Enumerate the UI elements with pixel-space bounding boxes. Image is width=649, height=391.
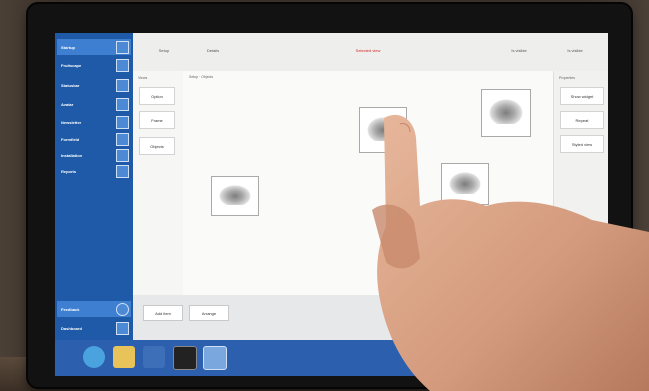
terminal-icon[interactable] — [173, 346, 197, 370]
design-canvas[interactable]: Setup · Objects — [183, 71, 553, 295]
canvas-object-tile[interactable] — [441, 163, 489, 205]
sidebar-item-statusbar[interactable]: Statusbar — [57, 77, 131, 93]
app-icon-2[interactable] — [203, 346, 227, 370]
window-icon — [116, 40, 129, 54]
add-item-button[interactable]: Add item — [143, 305, 183, 321]
sidebar-item-label: Installation — [61, 152, 83, 158]
sidebar: Startup Fruitscape Statusbar Avatar News… — [55, 33, 133, 295]
sidebar-item-newsletter[interactable]: Newsletter — [57, 114, 131, 130]
toolbar: Setup Details Selected view Is visible I… — [133, 33, 608, 72]
sidebar-item-label: Feedback — [61, 306, 80, 312]
repeat-button[interactable]: Repeat — [560, 111, 604, 129]
canvas-object-tile[interactable] — [481, 89, 531, 137]
chat-icon — [116, 302, 129, 316]
object-preview — [489, 99, 523, 125]
sidebar-item-reports[interactable]: Reports — [57, 163, 131, 179]
toolbar-details-button[interactable]: Details — [193, 42, 233, 58]
sidebar-item-label: Fruitscape — [61, 62, 82, 68]
tablet-screen: Startup Fruitscape Statusbar Avatar News… — [55, 33, 608, 376]
app-icon[interactable] — [143, 346, 165, 368]
sidebar-item-label: Newsletter — [61, 119, 82, 125]
sidebar-item-fruitscape[interactable]: Fruitscape — [57, 57, 131, 73]
object-preview — [366, 116, 400, 141]
doc-icon — [116, 97, 129, 111]
photo-scene: Startup Fruitscape Statusbar Avatar News… — [0, 0, 649, 391]
frame-button[interactable]: Frame — [139, 111, 175, 129]
tool-icon — [116, 58, 129, 72]
breadcrumb: Setup · Objects — [189, 75, 214, 79]
sidebar-item-label: Dashboard — [61, 325, 82, 331]
sidebar-item-feedback[interactable]: Feedback — [57, 301, 131, 317]
canvas-object-tile[interactable] — [211, 176, 259, 216]
sidebar-item-label: Statusbar — [61, 82, 80, 88]
doc-icon — [116, 115, 129, 129]
objects-button[interactable]: Objects — [139, 137, 175, 155]
taskbar — [55, 340, 608, 376]
toolbar-visible-button[interactable]: Is visible — [497, 42, 541, 58]
browser-icon[interactable] — [83, 346, 105, 368]
doc-icon — [116, 321, 129, 335]
sidebar-item-formfield[interactable]: Formfield — [57, 131, 131, 147]
arrange-button[interactable]: Arrange — [189, 305, 229, 321]
sidebar-item-installation[interactable]: Installation — [57, 147, 131, 163]
sidebar-item-label: Reports — [61, 168, 77, 174]
bottom-sidebar: Feedback Dashboard — [55, 295, 133, 340]
object-preview — [218, 184, 252, 206]
object-preview — [448, 172, 482, 194]
folder-icon[interactable] — [113, 346, 135, 368]
styled-view-button[interactable]: Styled view — [560, 135, 604, 153]
sidebar-item-label: Avatar — [61, 101, 74, 107]
doc-icon — [116, 148, 129, 162]
doc-icon — [116, 132, 129, 146]
option-button[interactable]: Option — [139, 87, 175, 105]
doc-icon — [116, 164, 129, 178]
sidebar-item-dashboard[interactable]: Dashboard — [57, 320, 131, 336]
right-panel: Properties Show widget Repeat Styled vie… — [553, 71, 608, 295]
left-panel: Views Option Frame Objects — [133, 71, 184, 295]
sidebar-item-avatar[interactable]: Avatar — [57, 96, 131, 112]
toolbar-selected-view-button[interactable]: Selected view — [333, 42, 403, 58]
bottom-bar: Add item Arrange — [55, 295, 608, 340]
toolbar-visible-button-2[interactable]: Is visible — [553, 42, 597, 58]
tool-icon — [116, 78, 129, 92]
canvas-object-tile[interactable] — [359, 107, 407, 153]
sidebar-item-startup[interactable]: Startup — [57, 39, 131, 55]
right-panel-heading: Properties — [559, 76, 575, 80]
sidebar-item-label: Formfield — [61, 136, 80, 142]
toolbar-setup-button[interactable]: Setup — [147, 42, 181, 58]
sidebar-item-label: Startup — [61, 44, 75, 50]
left-panel-heading: Views — [138, 76, 148, 80]
show-widget-button[interactable]: Show widget — [560, 87, 604, 105]
